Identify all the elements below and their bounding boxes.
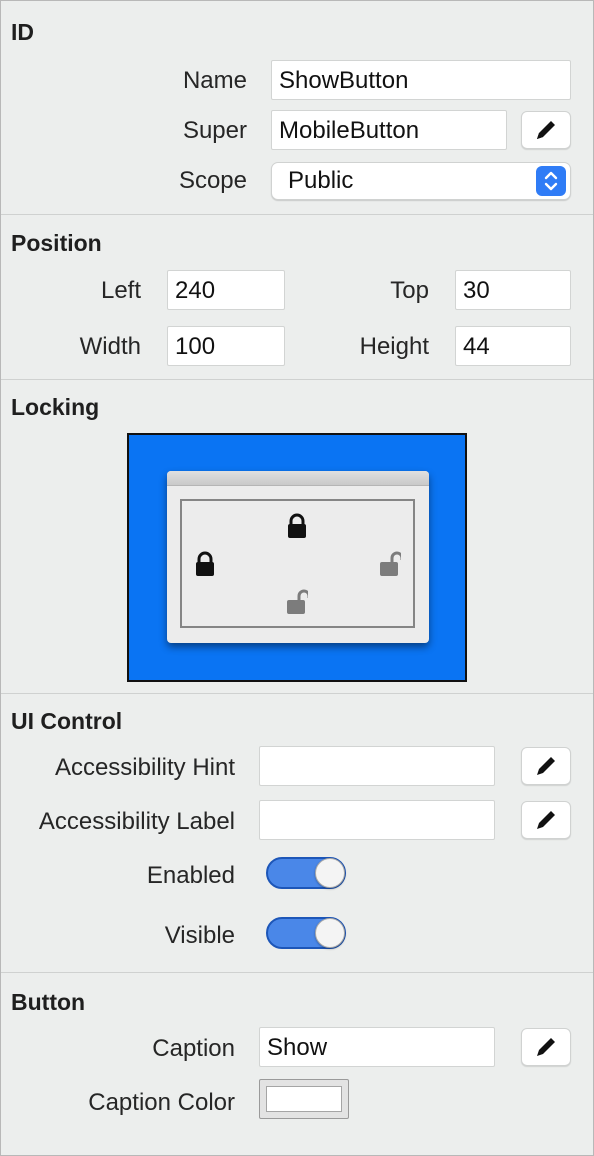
button-section: Button Caption Show Caption Color (1, 973, 593, 1155)
position-section-title: Position (11, 230, 102, 256)
locking-section-title: Locking (11, 394, 100, 420)
toggle-knob (315, 918, 345, 948)
scope-label: Scope (178, 167, 247, 194)
caption-field[interactable]: Show (259, 1027, 495, 1067)
left-field[interactable]: 240 (167, 270, 285, 310)
super-edit-button[interactable] (521, 111, 571, 149)
id-section: ID Name ShowButton Super MobileButton Sc… (1, 1, 593, 215)
width-label: Width (79, 333, 141, 360)
super-field[interactable]: MobileButton (271, 110, 507, 150)
accessibility-label-label: Accessibility Label (38, 808, 235, 835)
name-label: Name (182, 67, 247, 94)
lock-open-icon[interactable] (379, 551, 401, 577)
name-field[interactable]: ShowButton (271, 60, 571, 100)
ui-control-section-title: UI Control (11, 708, 123, 734)
locking-section: Locking (1, 380, 593, 694)
position-section: Position Left 240 Top 30 Width 100 Heigh… (1, 215, 593, 380)
locking-window-preview (167, 471, 429, 643)
lock-open-icon[interactable] (286, 589, 308, 615)
control-bounds (180, 499, 415, 628)
accessibility-label-edit-button[interactable] (521, 801, 571, 839)
caption-edit-button[interactable] (521, 1028, 571, 1066)
button-section-title: Button (11, 989, 86, 1015)
locking-canvas (127, 433, 467, 682)
window-titlebar (167, 471, 429, 486)
pencil-icon (537, 121, 555, 139)
lock-closed-icon[interactable] (194, 551, 216, 577)
caption-color-swatch (266, 1086, 342, 1112)
scope-select-value: Public (288, 167, 354, 194)
height-label: Height (359, 333, 429, 360)
top-label: Top (390, 277, 429, 304)
accessibility-hint-field[interactable] (259, 746, 495, 786)
super-label: Super (182, 117, 247, 144)
accessibility-label-field[interactable] (259, 800, 495, 840)
inspector-panel: ID Name ShowButton Super MobileButton Sc… (0, 0, 594, 1156)
accessibility-hint-edit-button[interactable] (521, 747, 571, 785)
caption-color-well[interactable] (259, 1079, 349, 1119)
toggle-knob (315, 858, 345, 888)
accessibility-hint-label: Accessibility Hint (54, 754, 235, 781)
ui-control-section: UI Control Accessibility Hint Accessibil… (1, 694, 593, 973)
width-field[interactable]: 100 (167, 326, 285, 366)
pencil-icon (537, 1038, 555, 1056)
chevron-up-down-icon (536, 166, 566, 196)
top-field[interactable]: 30 (455, 270, 571, 310)
pencil-icon (537, 811, 555, 829)
pencil-icon (537, 757, 555, 775)
scope-select[interactable]: Public (271, 162, 571, 200)
left-label: Left (100, 277, 141, 304)
caption-label: Caption (152, 1035, 235, 1062)
lock-closed-icon[interactable] (286, 513, 308, 539)
enabled-toggle[interactable] (266, 857, 346, 889)
caption-color-label: Caption Color (88, 1089, 235, 1116)
visible-toggle[interactable] (266, 917, 346, 949)
visible-label: Visible (164, 922, 235, 949)
id-section-title: ID (11, 19, 34, 45)
enabled-label: Enabled (146, 862, 235, 889)
height-field[interactable]: 44 (455, 326, 571, 366)
